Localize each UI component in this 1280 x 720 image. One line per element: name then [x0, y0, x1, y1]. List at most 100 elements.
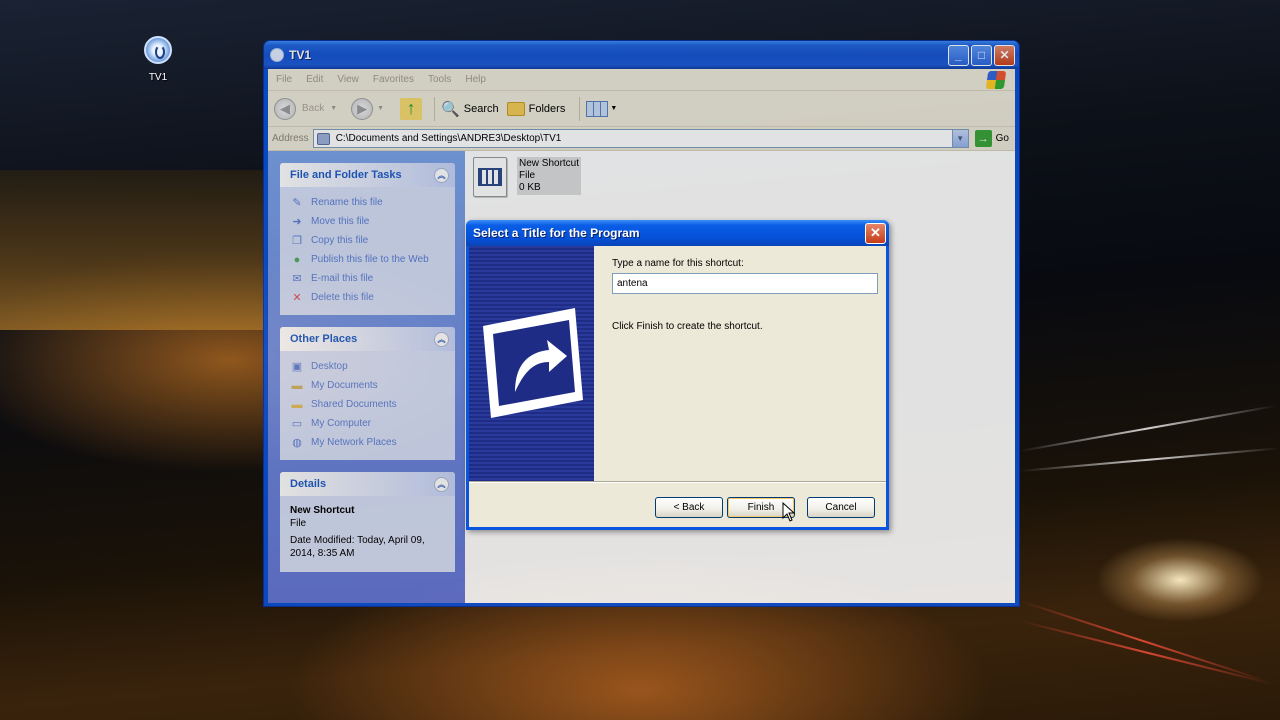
up-folder-icon[interactable]: ↑ — [400, 97, 423, 120]
rename-icon: ✎ — [292, 197, 302, 209]
file-item-new-shortcut[interactable]: New Shortcut File 0 KB — [473, 157, 582, 197]
back-button[interactable]: < Back — [655, 497, 723, 518]
place-label: My Documents — [311, 380, 378, 391]
dialog-separator — [469, 481, 886, 483]
address-dropdown-icon[interactable]: ▼ — [951, 130, 968, 147]
menu-file[interactable]: File — [276, 74, 292, 85]
go-button[interactable]: → Go — [974, 130, 1009, 147]
task-pane: File and Folder Tasks ︽ ✎ Rename this fil… — [268, 151, 465, 603]
network-icon: ◍ — [292, 437, 302, 449]
menu-edit[interactable]: Edit — [306, 74, 323, 85]
wallpaper-building — [0, 170, 265, 330]
collapse-chevron-icon[interactable]: ︽ — [434, 167, 449, 183]
place-network[interactable]: ◍ My Network Places — [290, 433, 449, 452]
place-my-computer[interactable]: ▭ My Computer — [290, 414, 449, 433]
cancel-button[interactable]: Cancel — [807, 497, 875, 518]
dialog-close-button[interactable]: ✕ — [865, 222, 886, 244]
search-button[interactable]: 🔍 Search — [441, 100, 499, 118]
back-button-label[interactable]: Back — [302, 103, 324, 114]
finish-hint: Click Finish to create the shortcut. — [612, 321, 763, 332]
wallpaper-light-streak — [1019, 404, 1277, 452]
forward-dropdown-icon[interactable]: ▼ — [377, 105, 384, 112]
views-icon — [586, 100, 609, 117]
details-header[interactable]: Details ︽ — [280, 472, 455, 496]
folders-button-label: Folders — [528, 102, 566, 115]
collapse-chevron-icon[interactable]: ︽ — [434, 331, 449, 347]
file-tasks-panel: File and Folder Tasks ︽ ✎ Rename this fil… — [280, 163, 455, 315]
wallpaper-light-streak — [1019, 600, 1268, 683]
dialog-title: Select a Title for the Program — [473, 226, 640, 240]
task-copy[interactable]: ❐ Copy this file — [290, 231, 449, 250]
folders-button[interactable]: Folders — [506, 101, 566, 116]
task-label: Copy this file — [311, 235, 369, 246]
place-shared-documents[interactable]: ▬ Shared Documents — [290, 395, 449, 414]
file-tasks-header[interactable]: File and Folder Tasks ︽ — [280, 163, 455, 187]
desktop-icon: ▣ — [291, 361, 303, 373]
task-delete[interactable]: ✕ Delete this file — [290, 288, 449, 307]
address-bar: Address C:\Documents and Settings\ANDRE3… — [268, 127, 1015, 151]
folders-icon — [506, 101, 525, 116]
task-publish[interactable]: ● Publish this file to the Web — [290, 250, 449, 269]
other-places-header[interactable]: Other Places ︽ — [280, 327, 455, 351]
desktop-shortcut-label: TV1 — [148, 72, 168, 83]
documents-icon: ▬ — [291, 379, 303, 392]
back-arrow-icon[interactable]: ◀ — [274, 97, 296, 120]
copy-icon: ❐ — [292, 235, 302, 247]
dialog-titlebar[interactable]: Select a Title for the Program ✕ — [466, 220, 889, 246]
shortcut-arrow-icon — [483, 308, 583, 418]
folder-icon — [316, 132, 330, 145]
mouse-cursor-icon — [782, 502, 796, 522]
window-title: TV1 — [289, 48, 312, 62]
other-places-panel: Other Places ︽ ▣ Desktop ▬ My Documents ▬ S… — [280, 327, 455, 460]
collapse-chevron-icon[interactable]: ︽ — [434, 476, 449, 492]
window-titlebar[interactable]: TV1 _ □ ✕ — [264, 41, 1019, 69]
computer-icon: ▭ — [291, 418, 303, 430]
delete-icon: ✕ — [292, 292, 302, 304]
email-icon: ✉ — [292, 273, 302, 285]
other-places-title: Other Places — [290, 333, 358, 345]
menu-view[interactable]: View — [337, 74, 359, 85]
shortcut-name-input[interactable] — [612, 273, 878, 294]
folder-icon: ▬ — [291, 398, 303, 411]
task-email[interactable]: ✉ E-mail this file — [290, 269, 449, 288]
back-dropdown-icon[interactable]: ▼ — [330, 105, 337, 112]
task-label: Rename this file — [311, 197, 383, 208]
file-icon — [473, 157, 507, 197]
place-label: My Network Places — [311, 437, 397, 448]
details-title: Details — [290, 478, 327, 490]
address-field[interactable]: C:\Documents and Settings\ANDRE3\Desktop… — [312, 129, 969, 148]
views-button[interactable]: ▼ — [586, 100, 618, 117]
views-dropdown-icon: ▼ — [610, 105, 618, 112]
details-name: New Shortcut — [290, 505, 355, 516]
go-arrow-icon: → — [974, 130, 992, 147]
file-size: 0 KB — [519, 182, 541, 193]
close-button[interactable]: ✕ — [994, 44, 1015, 66]
toolbar: ◀ Back ▼ ▶ ▼ ↑ 🔍 Search Folders ▼ — [268, 91, 1015, 127]
desktop-shortcut-tv1[interactable]: TV1 — [136, 36, 180, 83]
shortcut-name-prompt: Type a name for this shortcut: — [612, 258, 744, 269]
menu-tools[interactable]: Tools — [428, 74, 451, 85]
place-desktop[interactable]: ▣ Desktop — [290, 357, 449, 376]
task-label: Publish this file to the Web — [311, 254, 429, 265]
forward-arrow-icon[interactable]: ▶ — [351, 97, 374, 120]
toolbar-separator — [579, 96, 581, 121]
task-move[interactable]: ➜ Move this file — [290, 212, 449, 231]
menu-bar: File Edit View Favorites Tools Help — [268, 69, 1015, 91]
wizard-banner — [469, 246, 594, 481]
file-type: File — [519, 170, 536, 181]
search-button-label: Search — [463, 102, 499, 115]
power-icon — [144, 36, 172, 64]
wallpaper-light-streak — [1019, 620, 1273, 685]
minimize-button[interactable]: _ — [948, 44, 969, 66]
maximize-button[interactable]: □ — [971, 44, 992, 66]
task-label: Delete this file — [311, 292, 374, 303]
task-rename[interactable]: ✎ Rename this file — [290, 193, 449, 212]
place-label: Shared Documents — [311, 399, 397, 410]
address-value[interactable]: C:\Documents and Settings\ANDRE3\Desktop… — [336, 133, 952, 144]
menu-favorites[interactable]: Favorites — [373, 74, 414, 85]
task-label: E-mail this file — [311, 273, 374, 284]
menu-help[interactable]: Help — [465, 74, 486, 85]
windows-logo-icon — [985, 71, 1007, 89]
globe-icon: ● — [293, 253, 301, 266]
place-my-documents[interactable]: ▬ My Documents — [290, 376, 449, 395]
